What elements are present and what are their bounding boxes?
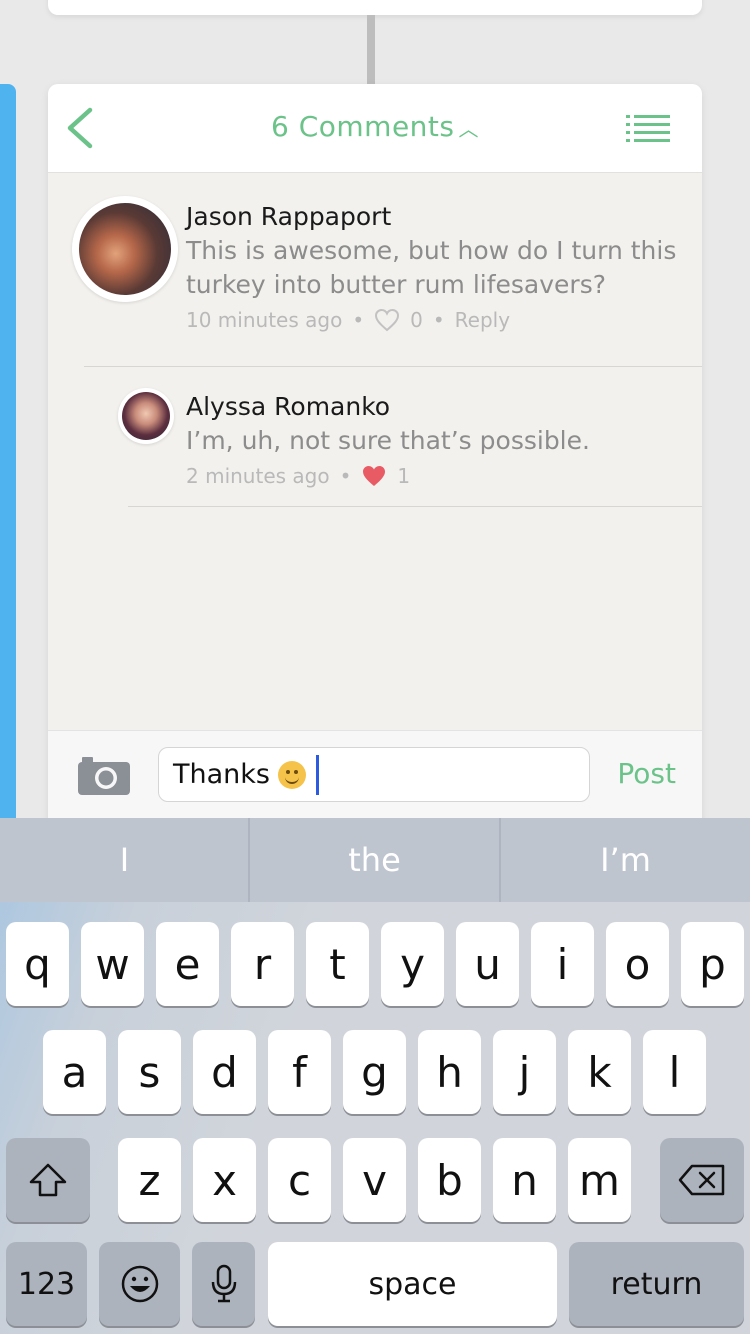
key-d[interactable]: d <box>193 1030 256 1114</box>
avatar-photo <box>122 392 170 440</box>
comment-meta: 10 minutes ago • 0 • Reply <box>186 308 510 332</box>
key-s[interactable]: s <box>118 1030 181 1114</box>
key-f[interactable]: f <box>268 1030 331 1114</box>
side-card-edge <box>0 84 16 844</box>
avatar[interactable] <box>118 388 174 444</box>
emoji-face-icon <box>121 1265 158 1303</box>
key-u[interactable]: u <box>456 922 519 1006</box>
separator-dot: • <box>432 308 445 332</box>
comment-text-line: This is awesome, but how do I turn this <box>186 236 677 265</box>
key-h[interactable]: h <box>418 1030 481 1114</box>
like-count: 1 <box>397 464 411 488</box>
shift-arrow-icon <box>29 1163 67 1197</box>
key-z[interactable]: z <box>118 1138 181 1222</box>
comment-time: 2 minutes ago <box>186 464 330 488</box>
key-r[interactable]: r <box>231 922 294 1006</box>
key-v[interactable]: v <box>343 1138 406 1222</box>
comment-composer: Thanks Post <box>48 730 702 819</box>
key-b[interactable]: b <box>418 1138 481 1222</box>
space-key[interactable]: space <box>268 1242 557 1326</box>
key-t[interactable]: t <box>306 922 369 1006</box>
heart-outline-icon[interactable] <box>374 308 400 332</box>
shift-key[interactable] <box>6 1138 90 1222</box>
key-o[interactable]: o <box>606 922 669 1006</box>
predictive-bar: I the I’m <box>0 818 750 902</box>
comment-text-line: turkey into butter rum lifesavers? <box>186 270 606 299</box>
key-q[interactable]: q <box>6 922 69 1006</box>
dictation-key[interactable] <box>192 1242 255 1326</box>
avatar[interactable] <box>72 196 178 302</box>
key-l[interactable]: l <box>643 1030 706 1114</box>
comment-author[interactable]: Jason Rappaport <box>186 202 391 231</box>
delete-key[interactable] <box>660 1138 744 1222</box>
microphone-icon <box>211 1264 236 1303</box>
reply-item: Alyssa Romanko I’m, uh, not sure that’s … <box>48 366 702 506</box>
prediction-suggestion[interactable]: I <box>0 818 249 902</box>
thread-connector <box>367 15 375 85</box>
comment-meta: 2 minutes ago • 1 <box>186 464 410 488</box>
separator-dot: • <box>339 464 352 488</box>
comment-text: I’m, uh, not sure that’s possible. <box>186 426 590 455</box>
comment-text: This is awesome, but how do I turn this … <box>186 234 686 302</box>
return-key[interactable]: return <box>569 1242 744 1326</box>
prediction-suggestion[interactable]: the <box>250 818 499 902</box>
heart-filled-icon[interactable] <box>361 464 387 488</box>
key-i[interactable]: i <box>531 922 594 1006</box>
key-m[interactable]: m <box>568 1138 631 1222</box>
comment-time: 10 minutes ago <box>186 308 343 332</box>
prediction-suggestion[interactable]: I’m <box>501 818 750 902</box>
like-count: 0 <box>410 308 423 332</box>
previous-card <box>48 0 702 15</box>
separator-dot: • <box>352 308 365 332</box>
key-e[interactable]: e <box>156 922 219 1006</box>
keyboard: I the I’m q w e r t y u i o p a s d f g … <box>0 818 750 1334</box>
key-g[interactable]: g <box>343 1030 406 1114</box>
key-c[interactable]: c <box>268 1138 331 1222</box>
reply-link[interactable]: Reply <box>455 308 510 332</box>
text-cursor <box>315 754 319 795</box>
numbers-key[interactable]: 123 <box>6 1242 87 1326</box>
comment-author[interactable]: Alyssa Romanko <box>186 392 390 421</box>
key-y[interactable]: y <box>381 922 444 1006</box>
key-w[interactable]: w <box>81 922 144 1006</box>
comment-input[interactable]: Thanks <box>158 747 590 802</box>
comment-input-value: Thanks <box>173 759 270 790</box>
camera-icon <box>78 757 130 795</box>
key-k[interactable]: k <box>568 1030 631 1114</box>
key-x[interactable]: x <box>193 1138 256 1222</box>
camera-button[interactable] <box>78 755 132 795</box>
key-a[interactable]: a <box>43 1030 106 1114</box>
key-j[interactable]: j <box>493 1030 556 1114</box>
post-button[interactable]: Post <box>617 757 676 790</box>
comment-divider <box>128 506 702 507</box>
smiling-face-emoji-icon <box>277 760 306 789</box>
avatar-photo <box>79 203 171 295</box>
comment-item: Jason Rappaport This is awesome, but how… <box>48 84 702 374</box>
key-n[interactable]: n <box>493 1138 556 1222</box>
backspace-icon <box>678 1164 725 1196</box>
key-p[interactable]: p <box>681 922 744 1006</box>
emoji-key[interactable] <box>99 1242 180 1326</box>
